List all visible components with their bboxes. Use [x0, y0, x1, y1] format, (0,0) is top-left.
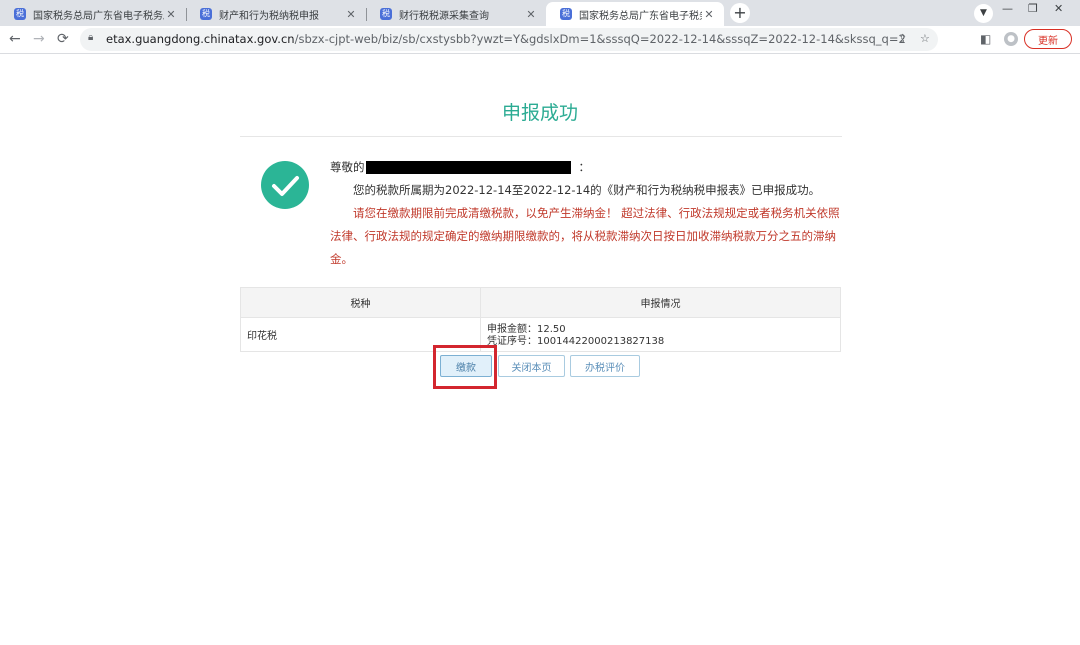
share-icon[interactable]: ⇪ — [898, 32, 907, 45]
declaration-detail-cell: 申报金额：12.50 凭证序号：10014422000213827138 — [480, 317, 841, 352]
greeting-suffix: ： — [578, 160, 591, 174]
voucher-number: 凭证序号：10014422000213827138 — [487, 335, 665, 347]
page-title: 申报成功 — [501, 102, 578, 124]
close-page-button[interactable]: 关闭本页 — [498, 355, 565, 377]
declared-amount: 申报金额：12.50 — [487, 323, 566, 335]
new-tab-button[interactable]: + — [730, 3, 750, 23]
declaration-result-table: 税种 申报情况 印花税 申报金额：12.50 凭证序号：100144220002… — [240, 287, 841, 352]
tab-strip: 税 国家税务总局广东省电子税务局 ✕ 税 财产和行为税纳税申报 ✕ 税 财行税税… — [0, 0, 1080, 26]
close-tab-icon[interactable]: ✕ — [524, 8, 538, 21]
tab-tax-source-query[interactable]: 税 财行税税源采集查询 ✕ — [366, 2, 546, 26]
update-button[interactable]: 更新 — [1024, 29, 1072, 49]
url-path: /sbzx-cjpt-web/biz/sb/cxstysbb?ywzt=Y&gd… — [294, 32, 906, 46]
restore-window-icon[interactable]: ❐ — [1028, 2, 1038, 15]
close-tab-icon[interactable]: ✕ — [164, 8, 178, 21]
redacted-taxpayer-name — [365, 161, 571, 174]
close-window-icon[interactable]: ✕ — [1054, 2, 1063, 15]
star-icon[interactable]: ☆ — [920, 32, 930, 45]
address-bar[interactable]: 🔒︎ etax.guangdong.chinatax.gov.cn/sbzx-c… — [80, 28, 938, 51]
back-arrow-icon[interactable]: ← — [9, 31, 21, 47]
success-message: 您的税款所属期为2022-12-14至2022-12-14的《财产和行为税纳税申… — [353, 183, 821, 197]
lock-icon[interactable]: 🔒︎ — [88, 32, 93, 43]
close-tab-icon[interactable]: ✕ — [702, 8, 716, 21]
tax-favicon-icon: 税 — [200, 8, 212, 20]
tab-title: 国家税务总局广东省电子税务局 — [579, 10, 702, 22]
tab-etax-active[interactable]: 税 国家税务总局广东省电子税务局 ✕ — [546, 2, 724, 26]
reload-icon[interactable]: ⟳ — [57, 31, 69, 47]
success-message-line: 您的税款所属期为2022-12-14至2022-12-14的《财产和行为税纳税申… — [330, 179, 842, 202]
url-text[interactable]: etax.guangdong.chinatax.gov.cn/sbzx-cjpt… — [106, 32, 906, 47]
browser-toolbar: ← → ⟳ 🔒︎ etax.guangdong.chinatax.gov.cn/… — [0, 26, 1080, 54]
profile-icon[interactable]: ● — [1004, 32, 1018, 46]
late-fee-warning: 请您在缴款期限前完成清缴税款，以免产生滞纳金！ 超过法律、行政法规规定或者税务机… — [330, 206, 840, 266]
success-check-icon — [261, 161, 309, 209]
forward-arrow-icon[interactable]: → — [33, 31, 45, 47]
title-divider — [240, 136, 842, 137]
table-row: 印花税 申报金额：12.50 凭证序号：10014422000213827138 — [240, 317, 841, 352]
pay-button-highlight — [433, 345, 497, 389]
tab-title: 财行税税源采集查询 — [399, 10, 489, 22]
greeting-prefix: 尊敬的 — [330, 160, 365, 174]
tax-evaluation-button[interactable]: 办税评价 — [570, 355, 640, 377]
tab-title: 国家税务总局广东省电子税务局 — [33, 10, 164, 22]
tax-favicon-icon: 税 — [380, 8, 392, 20]
greeting-line: 尊敬的 ： — [330, 156, 842, 179]
tab-title: 财产和行为税纳税申报 — [219, 10, 319, 22]
sidebar-icon[interactable]: ◧ — [980, 32, 991, 46]
url-host: etax.guangdong.chinatax.gov.cn — [106, 32, 295, 46]
tax-favicon-icon: 税 — [560, 8, 572, 20]
table-header-row: 税种 申报情况 — [240, 287, 841, 318]
tax-favicon-icon: 税 — [14, 8, 26, 20]
result-message: 尊敬的 ： 您的税款所属期为2022-12-14至2022-12-14的《财产和行… — [330, 156, 842, 271]
column-header-tax-type: 税种 — [240, 287, 481, 318]
tab-search-icon[interactable]: ▼ — [974, 4, 993, 23]
minimize-window-icon[interactable]: — — [1002, 2, 1013, 15]
late-fee-warning-block: 请您在缴款期限前完成清缴税款，以免产生滞纳金！ 超过法律、行政法规规定或者税务机… — [330, 202, 842, 271]
close-tab-icon[interactable]: ✕ — [344, 8, 358, 21]
tab-property-tax-declaration[interactable]: 税 财产和行为税纳税申报 ✕ — [186, 2, 366, 26]
column-header-declaration-status: 申报情况 — [480, 287, 841, 318]
tab-etax-home[interactable]: 税 国家税务总局广东省电子税务局 ✕ — [0, 2, 186, 26]
